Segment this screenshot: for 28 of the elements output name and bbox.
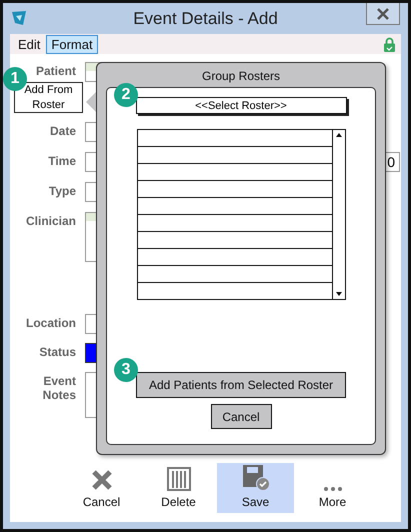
field-label: Time <box>48 154 76 168</box>
cancel-button[interactable]: Cancel <box>210 404 272 429</box>
select-roster-dropdown[interactable]: <<Select Roster>> <box>136 97 346 114</box>
close-icon <box>377 8 389 20</box>
field-label: Date <box>50 124 76 138</box>
field-label: Type <box>48 184 76 198</box>
popup-title: Group Rosters <box>202 68 280 85</box>
toolbar-button[interactable]: Delete <box>140 463 217 513</box>
add-patients-button[interactable]: Add Patients from Selected Roster <box>136 372 346 398</box>
field-label: Patient <box>36 64 76 78</box>
field-label: Clinician <box>26 214 76 228</box>
menu-item[interactable]: Format <box>46 34 98 54</box>
more-icon <box>324 487 342 491</box>
field-label: Location <box>26 316 76 330</box>
cancel-icon <box>90 469 112 491</box>
field-label: Event Notes <box>42 374 76 403</box>
app-icon <box>11 10 27 26</box>
field-label: Status <box>39 345 76 360</box>
window-title: Event Details - Add <box>133 8 278 28</box>
menu-item[interactable]: Edit <box>13 34 46 54</box>
toolbar-button[interactable]: More <box>294 463 371 513</box>
toolbar-button[interactable]: Cancel <box>63 463 140 513</box>
close-button[interactable] <box>366 3 400 25</box>
toolbar-button[interactable]: Save <box>217 463 294 513</box>
save-icon <box>242 465 270 491</box>
add-from-roster-button[interactable]: Add From Roster <box>14 82 83 113</box>
trash-icon <box>166 467 190 491</box>
lock-icon <box>384 37 395 52</box>
